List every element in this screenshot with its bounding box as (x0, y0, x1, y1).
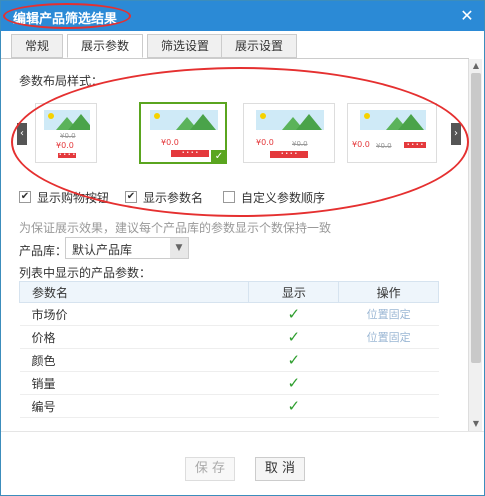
show-param-name-checkbox[interactable]: ✔ (125, 191, 137, 203)
show-buy-button-checkbox[interactable]: ✔ (19, 191, 31, 203)
cancel-button[interactable]: 取 消 (255, 457, 305, 481)
table-row: 销量 ✓ (19, 371, 439, 395)
scroll-down-icon[interactable]: ▼ (471, 419, 481, 429)
edit-product-filter-dialog: 编辑产品筛选结果 ✕ 常规 展示参数 筛选设置 展示设置 参数布局样式： ‹ ›… (0, 0, 485, 496)
old-price: ¥0.0 (60, 132, 76, 140)
buy-button-preview: • • • • (404, 142, 426, 148)
dialog-title: 编辑产品筛选结果 (13, 12, 118, 27)
buy-button-preview: • • • • (58, 152, 76, 158)
buy-button-preview: • • • • (171, 150, 209, 157)
close-icon[interactable]: ✕ (458, 7, 476, 25)
column-header-name: 参数名 (18, 281, 250, 303)
tab-filter-settings[interactable]: 筛选设置 (147, 34, 223, 58)
save-button[interactable]: 保 存 (185, 457, 235, 481)
layout-style-card-4[interactable]: ¥0.0 ¥0.0 • • • • (347, 103, 437, 163)
dialog-footer: 保 存 取 消 (1, 431, 484, 495)
tab-display-params[interactable]: 展示参数 (67, 34, 143, 58)
check-icon[interactable]: ✓ (248, 371, 339, 395)
price: ¥0.0 (56, 141, 74, 150)
custom-order-checkbox[interactable] (223, 191, 235, 203)
tab-general[interactable]: 常规 (11, 34, 63, 58)
image-placeholder-icon (44, 110, 90, 130)
show-param-name-label: 显示参数名 (143, 190, 204, 205)
vertical-scrollbar[interactable]: ▲ ▼ (468, 59, 482, 431)
layout-style-label: 参数布局样式： (19, 74, 104, 88)
option-show-buy-button[interactable]: ✔ 显示购物按钮 (19, 189, 109, 205)
custom-order-label: 自定义参数顺序 (241, 190, 326, 205)
old-price: ¥0.0 (292, 140, 308, 148)
param-table-header: 参数名 显示 操作 (18, 281, 439, 303)
tab-display-settings[interactable]: 展示设置 (221, 34, 297, 58)
table-row: 颜色 ✓ (19, 348, 439, 372)
image-placeholder-icon (360, 110, 426, 130)
dialog-titlebar: 编辑产品筛选结果 ✕ (1, 1, 484, 31)
next-arrow-icon[interactable]: › (451, 123, 461, 145)
selected-check-icon: ✓ (211, 150, 227, 164)
scrollbar-thumb[interactable] (471, 73, 481, 363)
layout-style-card-3[interactable]: ¥0.0 ¥0.0 • • • • (243, 103, 335, 163)
check-icon[interactable]: ✓ (248, 325, 339, 349)
column-header-action: 操作 (338, 281, 439, 303)
display-hint: 为保证展示效果，建议每个产品库的参数显示个数保持一致 (19, 221, 332, 235)
product-lib-value: 默认产品库 (72, 243, 133, 257)
option-custom-order[interactable]: 自定义参数顺序 (223, 189, 325, 205)
product-lib-label: 产品库： (19, 244, 68, 258)
param-name: 编号 (19, 394, 249, 418)
param-name: 销量 (19, 371, 249, 395)
show-buy-button-label: 显示购物按钮 (37, 190, 110, 205)
table-row: 价格 ✓ 位置固定 (19, 325, 439, 349)
prev-arrow-icon[interactable]: ‹ (17, 123, 27, 145)
price: ¥0.0 (256, 138, 274, 147)
tab-content: 参数布局样式： ‹ › ¥0.0 ¥0.0 • • • • ¥0.0 • • •… (1, 59, 469, 431)
image-placeholder-icon (150, 110, 218, 130)
param-name: 颜色 (19, 348, 249, 372)
check-icon[interactable]: ✓ (248, 348, 339, 372)
scroll-up-icon[interactable]: ▲ (471, 61, 481, 71)
param-table: 参数名 显示 操作 市场价 ✓ 位置固定 价格 ✓ 位置固定 颜色 ✓ 销量 ✓… (18, 281, 439, 418)
check-icon[interactable]: ✓ (248, 302, 339, 326)
table-row: 市场价 ✓ 位置固定 (19, 302, 439, 326)
column-header-show: 显示 (248, 281, 340, 303)
buy-button-preview: • • • • (270, 151, 308, 158)
table-row: 编号 ✓ (19, 394, 439, 418)
param-name: 价格 (19, 325, 249, 349)
position-fixed-label: 位置固定 (338, 302, 439, 326)
param-name: 市场价 (19, 302, 249, 326)
product-lib-select[interactable]: 默认产品库 ▼ (65, 237, 189, 259)
row-action (338, 371, 439, 395)
price: ¥0.0 (352, 140, 370, 149)
param-list-label: 列表中显示的产品参数： (19, 266, 152, 280)
image-placeholder-icon (256, 110, 324, 130)
option-show-param-name[interactable]: ✔ 显示参数名 (125, 189, 203, 205)
check-icon[interactable]: ✓ (248, 394, 339, 418)
chevron-down-icon: ▼ (170, 238, 188, 258)
row-action (338, 348, 439, 372)
position-fixed-label: 位置固定 (338, 325, 439, 349)
price: ¥0.0 (161, 138, 179, 147)
layout-style-card-1[interactable]: ¥0.0 ¥0.0 • • • • (35, 103, 97, 163)
row-action (338, 394, 439, 418)
old-price: ¥0.0 (376, 142, 392, 150)
layout-style-card-2[interactable]: ¥0.0 • • • • ✓ (139, 102, 227, 164)
